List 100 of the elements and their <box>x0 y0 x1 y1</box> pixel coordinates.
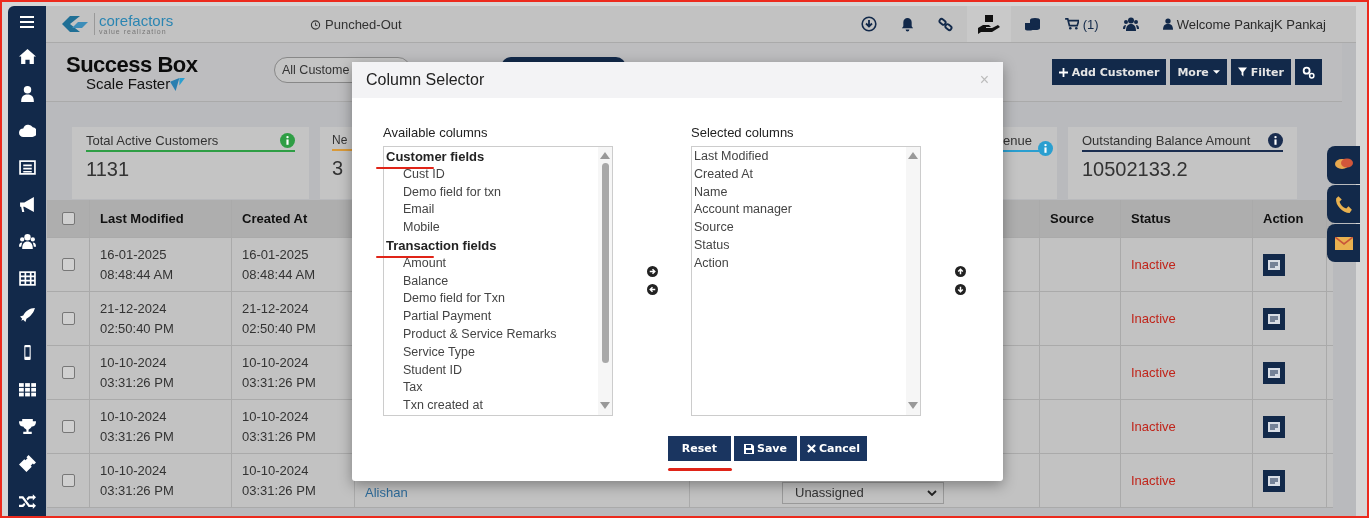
group-label: Transaction fields <box>386 237 497 255</box>
move-down-icon[interactable] <box>954 284 966 295</box>
status-text: Inactive <box>1131 473 1176 488</box>
status-text: Inactive <box>1131 257 1176 272</box>
column-option[interactable]: Service Type <box>386 343 598 362</box>
column-option[interactable]: Tax <box>386 379 598 398</box>
phone-widget[interactable] <box>1327 185 1360 223</box>
list-icon <box>1268 475 1280 486</box>
move-up-icon[interactable] <box>954 266 966 277</box>
date-time: 16-01-2025 08:48:44 AM <box>100 245 173 284</box>
column-option[interactable]: Product & Service Remarks <box>386 325 598 344</box>
user-icon[interactable] <box>18 85 36 102</box>
column-option[interactable]: Source <box>694 219 906 237</box>
mail-widget[interactable] <box>1327 224 1360 262</box>
date-time: 10-10-2024 03:31:26 PM <box>242 353 316 392</box>
users-icon[interactable] <box>18 233 36 250</box>
grid-icon[interactable] <box>18 381 36 398</box>
column-option[interactable]: Status <box>694 237 906 255</box>
chat-widget[interactable] <box>1327 146 1360 184</box>
column-option[interactable]: Txn created at <box>386 397 598 415</box>
cancel-button[interactable]: Cancel <box>799 436 868 461</box>
account-manager-select[interactable]: Unassigned <box>782 481 944 504</box>
list-label: Available columns <box>383 125 489 140</box>
trophy-icon[interactable] <box>18 418 36 435</box>
gears-icon <box>1302 65 1315 79</box>
coins-icon[interactable] <box>1024 17 1041 31</box>
row-checkbox[interactable] <box>61 366 75 379</box>
column-option[interactable]: Cust ID <box>386 165 598 184</box>
action-button[interactable] <box>1263 415 1285 438</box>
logo-icon <box>60 14 90 34</box>
cart-button[interactable]: (1) <box>1064 16 1099 32</box>
date-time: 10-10-2024 03:31:26 PM <box>242 407 316 446</box>
column-option[interactable]: Mobile <box>386 219 598 237</box>
download-icon[interactable] <box>860 16 877 32</box>
date-time: 10-10-2024 03:31:26 PM <box>100 407 174 446</box>
list-icon <box>1268 421 1280 432</box>
row-checkbox[interactable] <box>61 420 75 433</box>
user-icon <box>1162 18 1173 30</box>
select-all-checkbox[interactable] <box>61 212 75 225</box>
list-icon <box>1268 313 1280 324</box>
column-option[interactable]: Last Modified <box>694 148 906 166</box>
column-option[interactable]: Amount <box>386 254 598 273</box>
bell-icon[interactable] <box>900 16 914 32</box>
filter-button[interactable]: Filter <box>1230 59 1291 85</box>
cart-count: (1) <box>1082 16 1099 32</box>
action-button[interactable] <box>1263 361 1285 384</box>
add-customer-button[interactable]: Add Customer <box>1051 59 1167 85</box>
column-header[interactable]: Last Modified <box>90 200 232 237</box>
action-button[interactable] <box>1263 469 1285 492</box>
action-button[interactable] <box>1263 307 1285 330</box>
move-left-icon[interactable] <box>646 284 658 295</box>
column-option[interactable]: Action <box>694 254 906 273</box>
toolbar-tab[interactable] <box>966 6 1011 42</box>
table-icon[interactable] <box>18 270 36 287</box>
date-time: 10-10-2024 03:31:26 PM <box>242 461 316 500</box>
punch-status: Punched-Out <box>325 16 402 32</box>
list-icon[interactable] <box>18 159 36 176</box>
status-text: Inactive <box>1131 419 1176 434</box>
home-icon[interactable] <box>18 48 36 65</box>
scrollbar[interactable] <box>906 147 920 415</box>
info-icon[interactable] <box>1268 133 1283 148</box>
chevron-down-icon <box>927 489 937 496</box>
ticket-icon[interactable] <box>18 455 36 472</box>
group-label: Customer fields <box>386 148 485 166</box>
date-time: 10-10-2024 03:31:26 PM <box>100 353 174 392</box>
save-button[interactable]: Save <box>733 436 797 461</box>
scrollbar[interactable] <box>598 147 612 415</box>
cloud-icon[interactable] <box>18 122 36 139</box>
alarm-clock-icon <box>310 18 321 30</box>
date-time: 10-10-2024 03:31:26 PM <box>100 461 174 500</box>
menu-icon[interactable] <box>20 16 34 28</box>
envelope-icon <box>1334 236 1353 250</box>
users-icon[interactable] <box>1122 17 1139 31</box>
column-header[interactable]: Source <box>1040 200 1121 237</box>
column-option[interactable]: Name <box>694 183 906 202</box>
stat-label: enue <box>1003 133 1032 148</box>
more-dropdown-button[interactable]: More <box>1170 59 1227 85</box>
column-option[interactable]: Email <box>386 201 598 220</box>
rocket-icon[interactable] <box>18 307 36 324</box>
megaphone-icon[interactable] <box>18 196 36 213</box>
column-option[interactable]: Balance <box>386 272 598 291</box>
column-option[interactable]: Student ID <box>386 361 598 380</box>
settings-button[interactable] <box>1295 59 1322 85</box>
row-checkbox[interactable] <box>61 474 75 487</box>
column-option[interactable]: Demo field for Txn <box>386 290 598 309</box>
reset-button[interactable]: Reset <box>667 436 731 461</box>
close-icon <box>806 444 816 453</box>
link-icon[interactable] <box>937 16 953 32</box>
move-right-icon[interactable] <box>646 266 658 277</box>
column-option[interactable]: Created At <box>694 165 906 184</box>
shuffle-icon[interactable] <box>18 492 36 509</box>
column-option[interactable]: Demo field for txn <box>386 183 598 202</box>
stat-label: Ne <box>332 133 348 147</box>
column-option[interactable]: Partial Payment <box>386 308 598 326</box>
column-option[interactable]: Account manager <box>694 201 906 220</box>
action-button[interactable] <box>1263 253 1285 276</box>
row-checkbox[interactable] <box>61 258 75 271</box>
list-label: Selected columns <box>691 125 795 140</box>
row-checkbox[interactable] <box>61 312 75 325</box>
column-header[interactable]: Status <box>1121 200 1253 237</box>
